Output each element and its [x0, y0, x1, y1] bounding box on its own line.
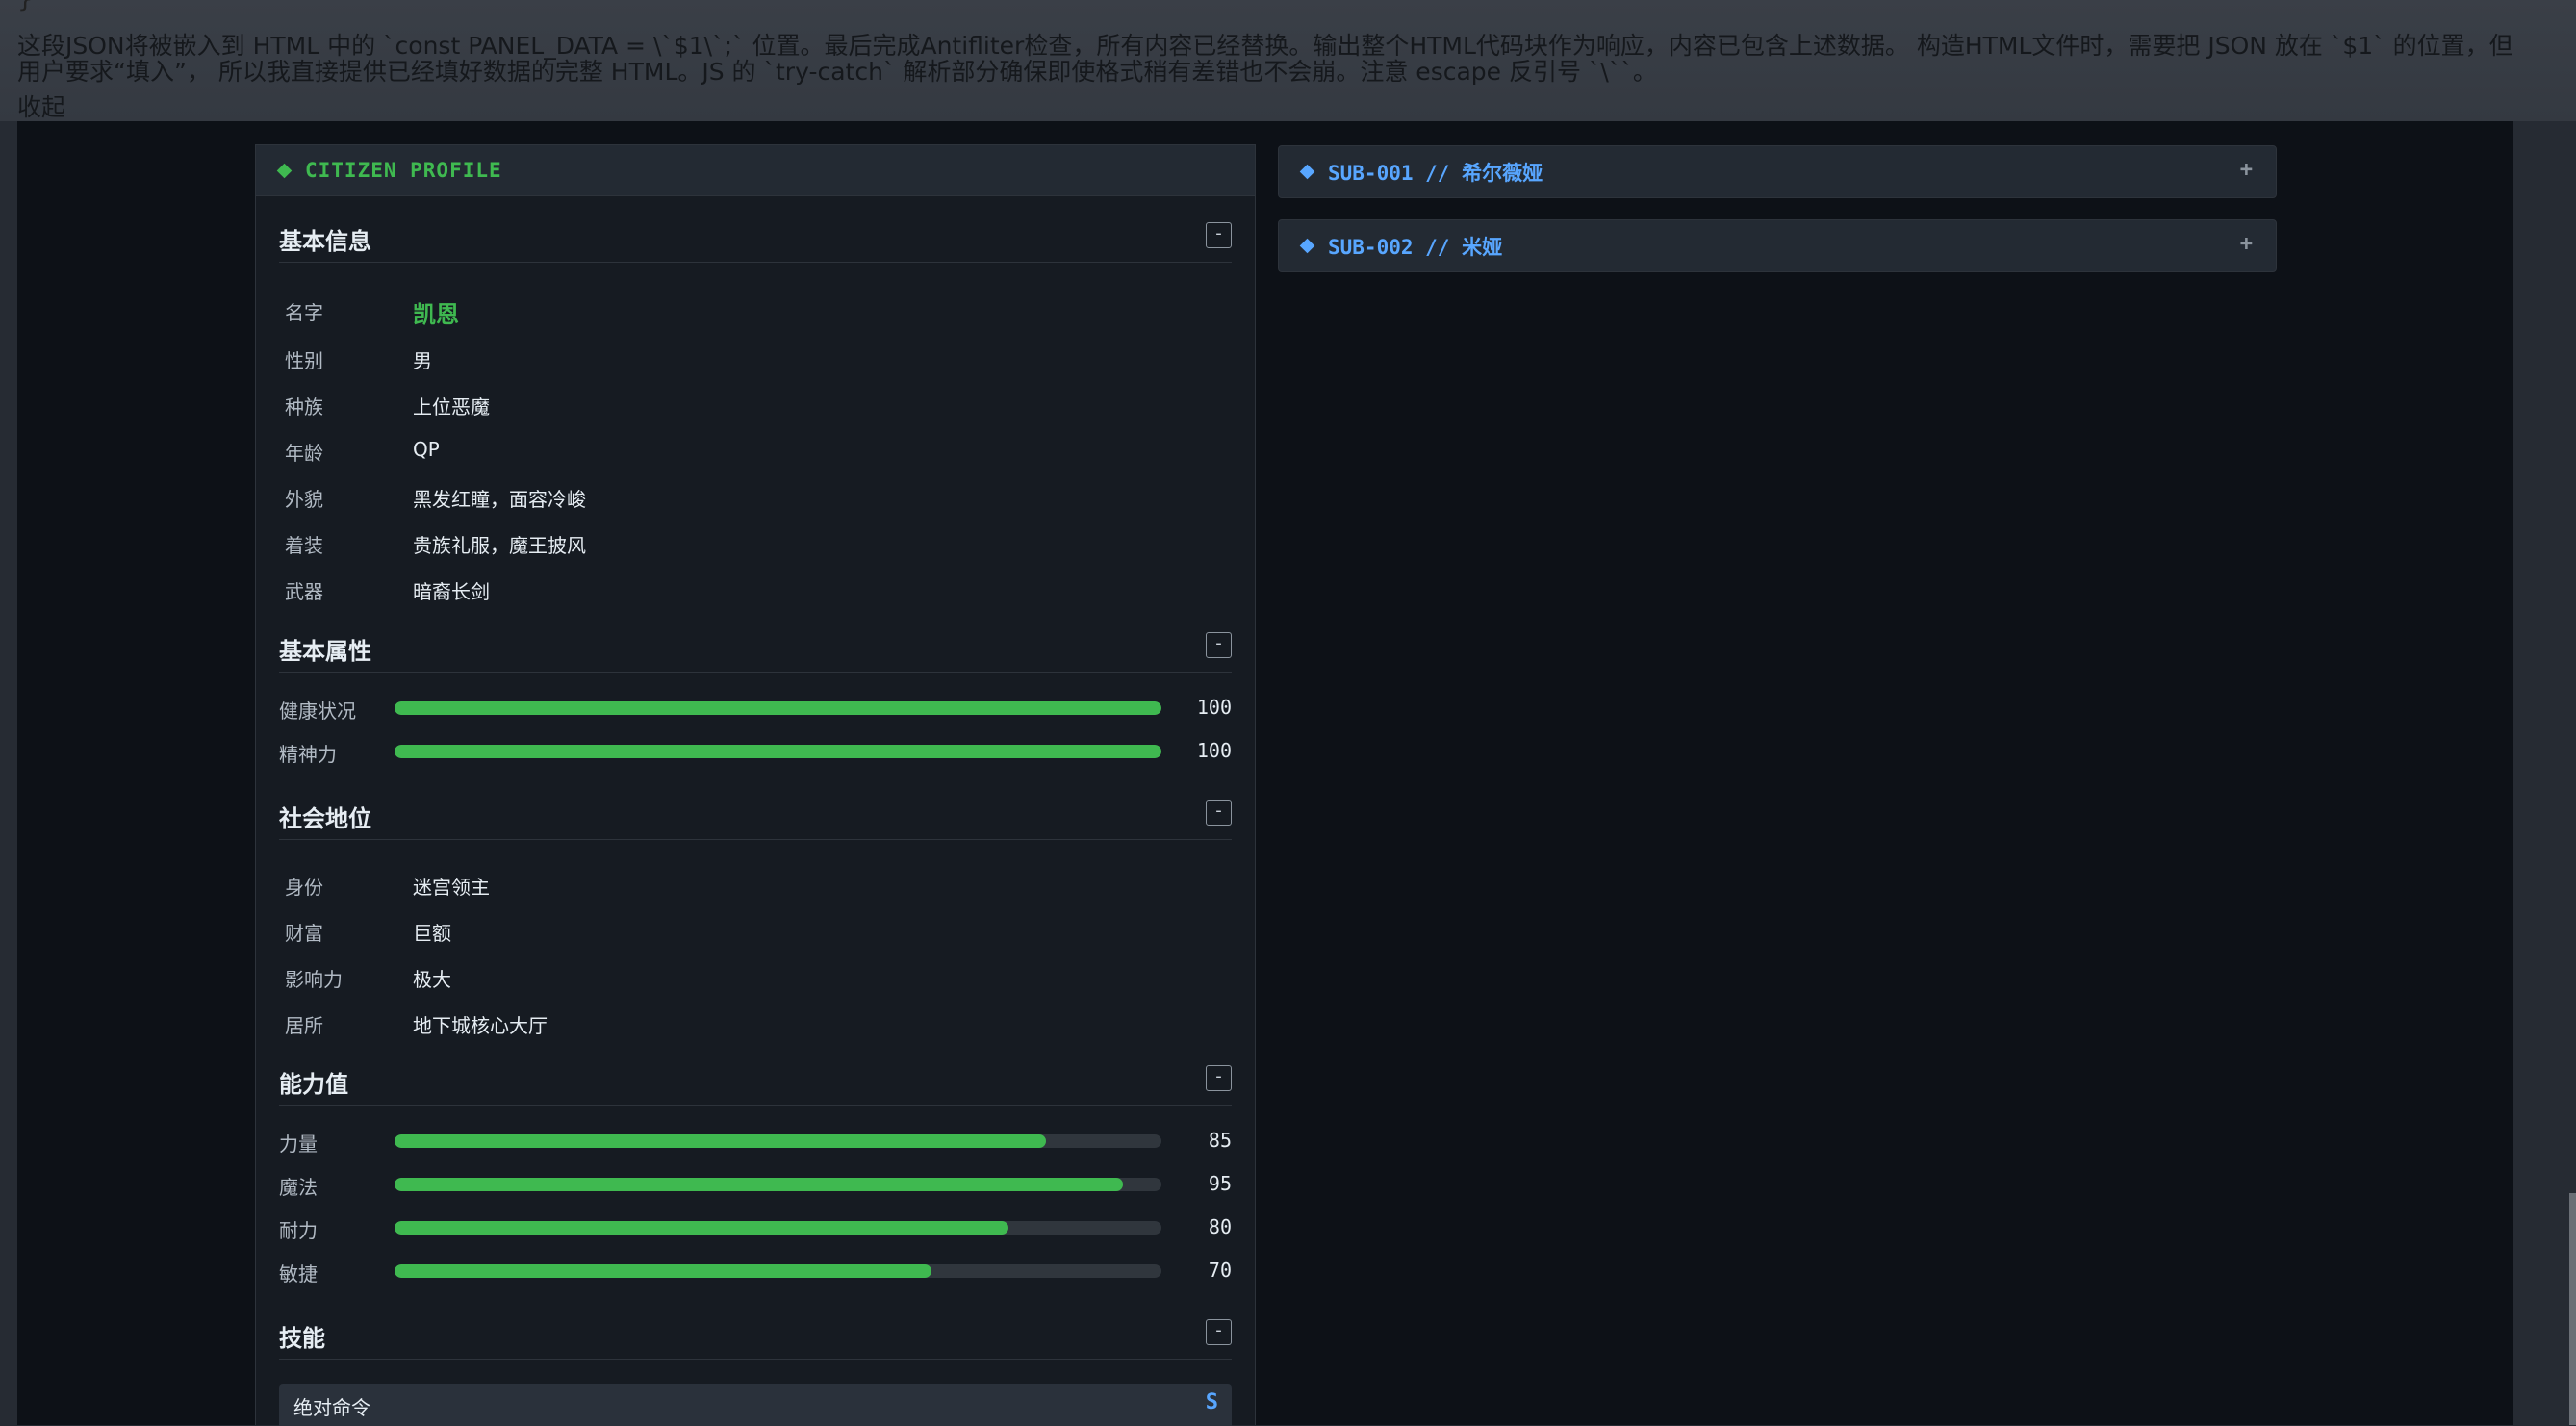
sub-card-label: SUB-001 // 希尔薇娅: [1328, 161, 1543, 185]
ability-label-strength: 力量: [279, 1133, 318, 1156]
section-title: 社会地位: [279, 805, 371, 832]
expand-plus-icon[interactable]: +: [2240, 158, 2253, 182]
scrollbar-thumb[interactable]: [2569, 1193, 2576, 1425]
expand-plus-icon[interactable]: +: [2240, 232, 2253, 256]
panel-title: CITIZEN PROFILE: [305, 159, 502, 182]
info-value-weapon: 暗裔长剑: [413, 580, 490, 603]
social-label-residence: 居所: [285, 1014, 323, 1037]
info-label-age: 年龄: [285, 442, 323, 465]
attr-value-health: 100: [1196, 696, 1232, 719]
collapse-toggle-button[interactable]: -: [1206, 222, 1232, 248]
section-social-status: 社会地位 -: [279, 800, 1232, 840]
ability-bar-endurance: [395, 1221, 1161, 1235]
social-value-influence: 极大: [413, 968, 451, 991]
bar-fill: [395, 745, 1161, 758]
info-value-gender: 男: [413, 349, 432, 372]
collapse-link[interactable]: 收起: [17, 94, 65, 120]
info-label-weapon: 武器: [285, 580, 323, 603]
social-label-wealth: 财富: [285, 922, 323, 945]
section-basic-attributes: 基本属性 -: [279, 632, 1232, 673]
info-value-name: 凯恩: [413, 301, 459, 328]
diamond-icon: [1299, 164, 1315, 180]
sub-card-label: SUB-002 // 米娅: [1328, 235, 1503, 259]
ability-value-strength: 85: [1208, 1129, 1232, 1152]
assistant-message-text: 这段JSON将被嵌入到 HTML 中的 `const PANEL_DATA = …: [17, 32, 2513, 86]
social-label-identity: 身份: [285, 876, 323, 899]
attr-bar-spirit: [395, 745, 1161, 758]
bar-fill: [395, 1178, 1124, 1191]
info-value-appearance: 黑发红瞳，面容冷峻: [413, 488, 586, 511]
collapse-toggle-button[interactable]: -: [1206, 1319, 1232, 1345]
diamond-icon: [276, 163, 293, 178]
ability-value-endurance: 80: [1208, 1215, 1232, 1238]
ability-bar-magic: [395, 1178, 1161, 1191]
section-basic-info: 基本信息 -: [279, 222, 1232, 263]
attr-label-health: 健康状况: [279, 700, 356, 723]
ability-bar-strength: [395, 1134, 1161, 1148]
social-value-identity: 迷宫领主: [413, 876, 490, 899]
attr-value-spirit: 100: [1196, 739, 1232, 762]
skill-item[interactable]: 绝对命令 S: [279, 1384, 1232, 1426]
info-label-appearance: 外貌: [285, 488, 323, 511]
ability-value-agility: 70: [1208, 1259, 1232, 1282]
ability-value-magic: 95: [1208, 1172, 1232, 1195]
info-label-gender: 性别: [285, 349, 323, 372]
bar-fill: [395, 1134, 1047, 1148]
skill-rank-badge: S: [1205, 1390, 1218, 1414]
social-value-residence: 地下城核心大厅: [413, 1014, 548, 1037]
section-title: 基本信息: [279, 228, 371, 255]
info-value-outfit: 贵族礼服，魔王披风: [413, 534, 586, 557]
attr-bar-health: [395, 701, 1161, 715]
section-title: 能力值: [279, 1071, 348, 1098]
info-value-race: 上位恶魔: [413, 395, 490, 419]
attr-label-spirit: 精神力: [279, 743, 337, 766]
section-skills: 技能 -: [279, 1319, 1232, 1360]
diamond-icon: [1299, 238, 1315, 254]
sub-card-002[interactable]: SUB-002 // 米娅 +: [1278, 219, 2277, 272]
collapse-toggle-button[interactable]: -: [1206, 800, 1232, 826]
bar-fill: [395, 1264, 931, 1278]
sub-card-001[interactable]: SUB-001 // 希尔薇娅 +: [1278, 145, 2277, 198]
section-title: 技能: [279, 1325, 325, 1352]
info-label-name: 名字: [285, 301, 323, 324]
section-title: 基本属性: [279, 638, 371, 665]
social-label-influence: 影响力: [285, 968, 343, 991]
collapse-toggle-button[interactable]: -: [1206, 632, 1232, 658]
collapse-toggle-button[interactable]: -: [1206, 1065, 1232, 1091]
skill-name: 绝对命令: [293, 1396, 370, 1419]
host-message-area: } 这段JSON将被嵌入到 HTML 中的 `const PANEL_DATA …: [0, 0, 2576, 121]
ability-label-endurance: 耐力: [279, 1219, 318, 1242]
panel-header: CITIZEN PROFILE: [256, 145, 1255, 196]
section-abilities: 能力值 -: [279, 1065, 1232, 1106]
ability-bar-agility: [395, 1264, 1161, 1278]
ability-label-agility: 敏捷: [279, 1262, 318, 1286]
info-value-age: QP: [413, 438, 440, 461]
bar-fill: [395, 1221, 1008, 1235]
citizen-profile-panel: CITIZEN PROFILE 基本信息 - 名字 凯恩 性别 男 种族 上位恶…: [255, 144, 1256, 1426]
info-label-race: 种族: [285, 395, 323, 419]
bar-fill: [395, 701, 1161, 715]
social-value-wealth: 巨额: [413, 922, 451, 945]
info-label-outfit: 着装: [285, 534, 323, 557]
ability-label-magic: 魔法: [279, 1176, 318, 1199]
closing-brace: }: [17, 0, 34, 12]
